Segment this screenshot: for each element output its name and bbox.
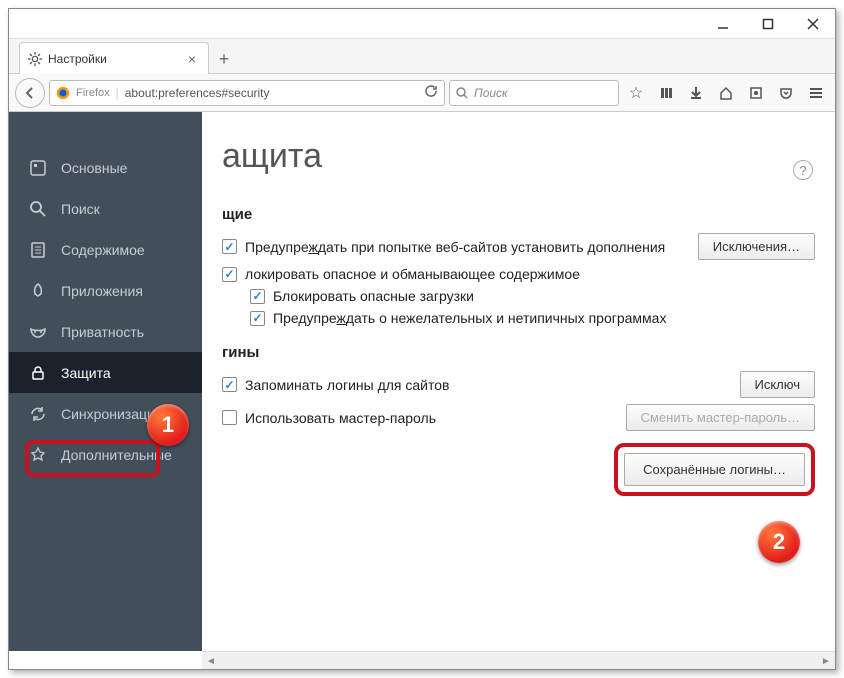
tab-settings[interactable]: Настройки × bbox=[19, 42, 209, 74]
checkbox-master-password[interactable] bbox=[222, 410, 237, 425]
sidebar-item-sync[interactable]: Синхронизация bbox=[9, 393, 202, 434]
url-bar[interactable]: Firefox | about:preferences#security bbox=[49, 80, 445, 106]
label-block-dangerous: локировать опасное и обманывающее содерж… bbox=[245, 266, 580, 282]
scroll-left-icon[interactable]: ◄ bbox=[202, 652, 220, 670]
titlebar bbox=[9, 9, 835, 39]
sidebar-item-advanced[interactable]: Дополнительные bbox=[9, 434, 202, 475]
exceptions-logins-button[interactable]: Исключ bbox=[740, 371, 816, 398]
sidebar-item-applications[interactable]: Приложения bbox=[9, 270, 202, 311]
search-bar[interactable]: Поиск bbox=[449, 80, 619, 106]
sidebar-item-privacy[interactable]: Приватность bbox=[9, 311, 202, 352]
sidebar-item-label: Защита bbox=[61, 365, 111, 381]
general-icon bbox=[29, 159, 47, 177]
change-master-button[interactable]: Сменить мастер-пароль… bbox=[626, 404, 815, 431]
sidebar-item-security[interactable]: Защита bbox=[9, 352, 202, 393]
searchbar-placeholder: Поиск bbox=[474, 86, 508, 100]
label-master-password: Использовать мастер-пароль bbox=[245, 410, 436, 426]
exceptions-button[interactable]: Исключения… bbox=[698, 233, 815, 260]
minimize-button[interactable] bbox=[700, 9, 745, 38]
section-general-heading: щие bbox=[222, 206, 815, 223]
label-warn-addons: Предупреждать при попытке веб-сайтов уст… bbox=[245, 239, 665, 255]
library-icon[interactable] bbox=[653, 80, 679, 106]
sidebar-item-label: Синхронизация bbox=[61, 406, 162, 422]
url-text: about:preferences#security bbox=[125, 86, 270, 100]
urlbar-brand: Firefox bbox=[76, 87, 110, 99]
saved-logins-button[interactable]: Сохранённые логины… bbox=[624, 453, 805, 486]
checkbox-warn-addons[interactable] bbox=[222, 239, 237, 254]
downloads-icon[interactable] bbox=[683, 80, 709, 106]
menu-icon[interactable] bbox=[803, 80, 829, 106]
checkbox-remember-logins[interactable] bbox=[222, 377, 237, 392]
pocket-icon[interactable] bbox=[773, 80, 799, 106]
sidebar-item-general[interactable]: Основные bbox=[9, 147, 202, 188]
sidebar: Основные Поиск Содержимое Приложения При… bbox=[9, 112, 202, 651]
navbar: Firefox | about:preferences#security Пои… bbox=[9, 74, 835, 112]
new-tab-button[interactable]: + bbox=[209, 45, 239, 73]
rocket-icon bbox=[29, 282, 47, 300]
sidebar-item-label: Приватность bbox=[61, 324, 144, 340]
sidebar-item-label: Содержимое bbox=[61, 242, 145, 258]
label-block-downloads: Блокировать опасные загрузки bbox=[273, 288, 474, 304]
reload-icon[interactable] bbox=[424, 84, 438, 101]
main-pane: ащита ? щие Предупреждать при попытке ве… bbox=[202, 112, 835, 651]
sidebar-item-label: Поиск bbox=[61, 201, 100, 217]
maximize-button[interactable] bbox=[745, 9, 790, 38]
content-area: Основные Поиск Содержимое Приложения При… bbox=[9, 112, 835, 651]
checkbox-warn-unwanted[interactable] bbox=[250, 311, 265, 326]
checkbox-block-downloads[interactable] bbox=[250, 289, 265, 304]
label-remember-logins: Запоминать логины для сайтов bbox=[245, 377, 449, 393]
section-logins-heading: гины bbox=[222, 344, 815, 361]
tab-strip: Настройки × + bbox=[9, 39, 835, 74]
lock-icon bbox=[29, 364, 47, 382]
advanced-icon bbox=[29, 446, 47, 464]
mask-icon bbox=[29, 323, 47, 341]
search-icon bbox=[29, 200, 47, 218]
bookmark-star-icon[interactable]: ☆ bbox=[623, 80, 649, 106]
firefox-icon bbox=[56, 86, 70, 100]
document-icon bbox=[29, 241, 47, 259]
sync-icon bbox=[29, 405, 47, 423]
back-button[interactable] bbox=[15, 78, 45, 108]
sidebar-item-search[interactable]: Поиск bbox=[9, 188, 202, 229]
checkbox-block-dangerous[interactable] bbox=[222, 267, 237, 282]
help-icon[interactable]: ? bbox=[793, 160, 813, 180]
callout-highlight-2: Сохранённые логины… bbox=[614, 443, 815, 496]
app-window: Настройки × + Firefox | about:preference… bbox=[8, 8, 836, 670]
home-icon[interactable] bbox=[713, 80, 739, 106]
sidebar-item-label: Дополнительные bbox=[61, 447, 172, 463]
tab-close-icon[interactable]: × bbox=[184, 51, 200, 67]
tab-label: Настройки bbox=[48, 52, 107, 66]
addons-icon[interactable] bbox=[743, 80, 769, 106]
sidebar-item-content[interactable]: Содержимое bbox=[9, 229, 202, 270]
scroll-right-icon[interactable]: ► bbox=[817, 652, 835, 670]
search-icon bbox=[456, 87, 468, 99]
sidebar-item-label: Приложения bbox=[61, 283, 143, 299]
label-warn-unwanted: Предупреждать о нежелательных и нетипичн… bbox=[273, 310, 666, 326]
page-title: ащита bbox=[222, 137, 815, 176]
gear-icon bbox=[28, 52, 42, 66]
close-button[interactable] bbox=[790, 9, 835, 38]
horizontal-scrollbar[interactable]: ◄ ► bbox=[202, 651, 835, 669]
sidebar-item-label: Основные bbox=[61, 160, 127, 176]
